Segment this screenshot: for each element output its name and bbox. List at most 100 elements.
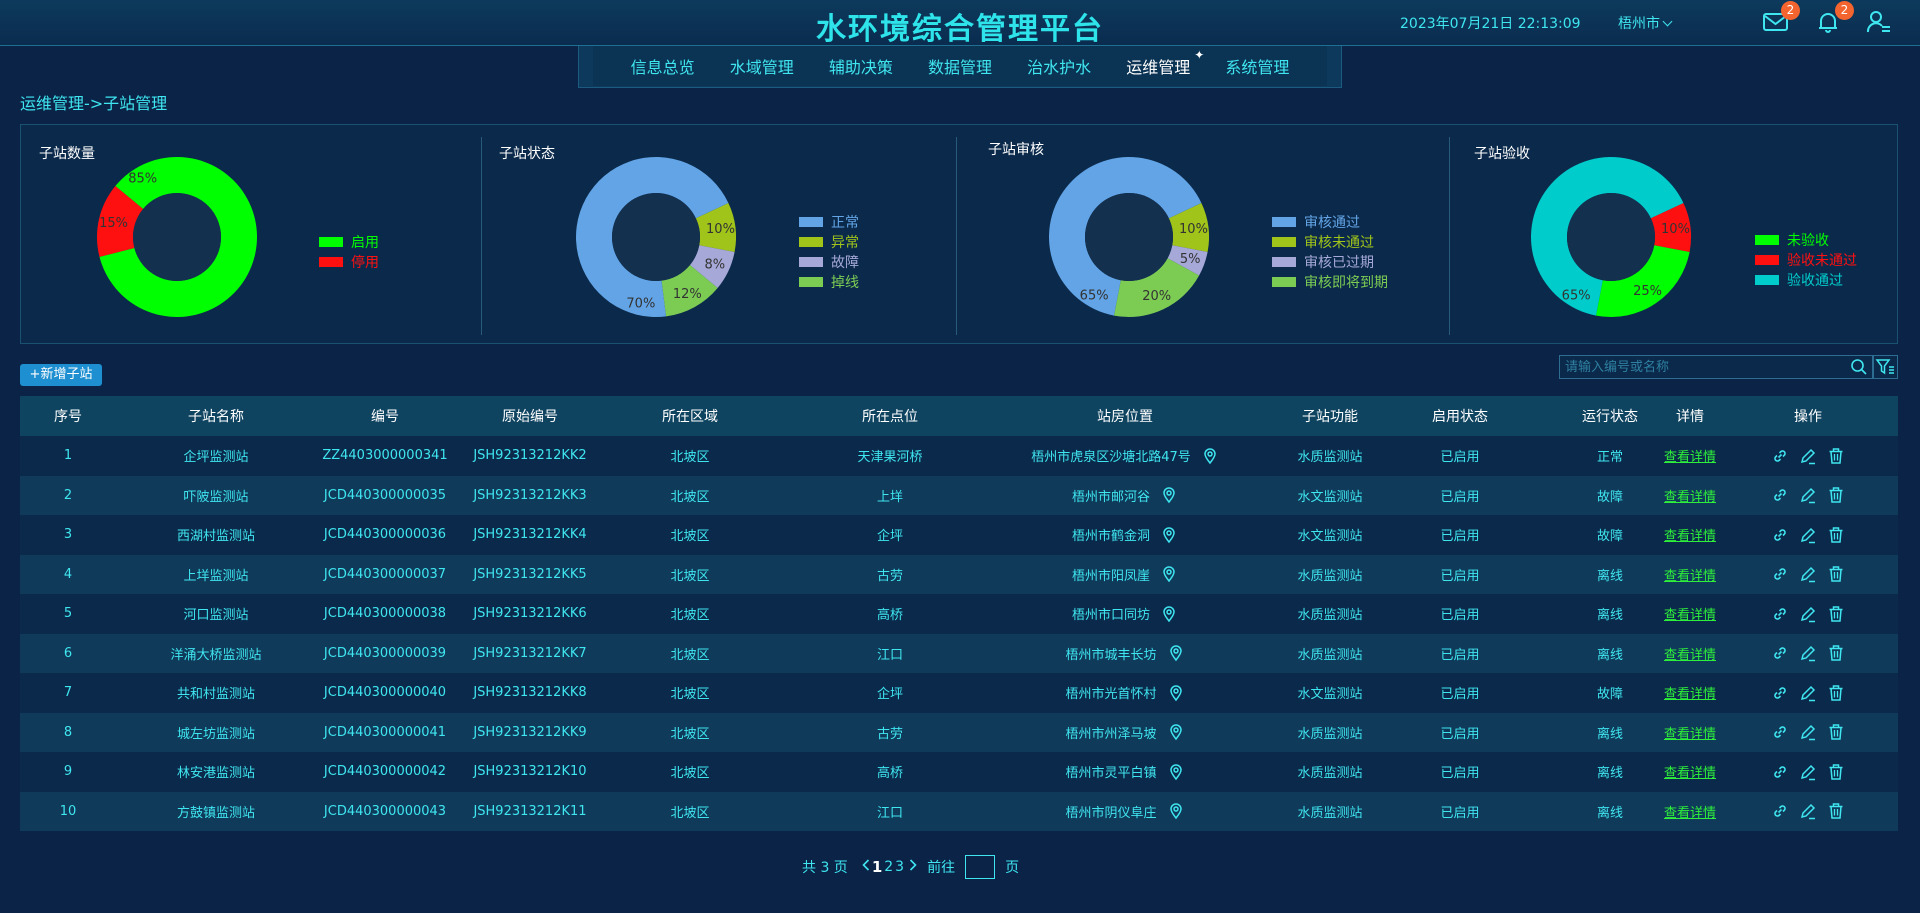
cell-room-location: 梧州市邮河谷	[980, 476, 1270, 516]
user-button[interactable]	[1866, 10, 1896, 36]
trash-icon[interactable]	[1827, 486, 1845, 504]
chart-legend: 正常 异常 故障 掉线	[799, 212, 859, 292]
link-icon[interactable]	[1771, 526, 1789, 544]
trash-icon[interactable]	[1827, 802, 1845, 820]
nav-item-waters[interactable]: 水域管理	[730, 54, 794, 78]
trash-icon[interactable]	[1827, 723, 1845, 741]
location-pin-icon[interactable]	[1167, 684, 1185, 702]
view-detail-link[interactable]: 查看详情	[1664, 486, 1716, 505]
cell-code: ZZ4403000000341	[322, 448, 448, 464]
cell-index: 6	[63, 645, 73, 661]
edit-icon[interactable]	[1799, 802, 1817, 820]
nav-item-system[interactable]: 系统管理	[1225, 54, 1289, 78]
view-detail-link[interactable]: 查看详情	[1664, 604, 1716, 623]
table-row: 2 吓陂监测站 JCD440300000035 JSH92313212KK3 北坡区 上垟…	[20, 475, 1898, 516]
add-station-button[interactable]: +新增子站	[20, 364, 102, 386]
legend-swatch	[1272, 217, 1296, 227]
nav-item-decision[interactable]: 辅助决策	[829, 54, 893, 78]
edit-icon[interactable]	[1799, 486, 1817, 504]
cell-code: JCD440300000041	[323, 724, 447, 740]
page-number[interactable]: 3	[895, 859, 904, 875]
location-pin-icon[interactable]	[1167, 723, 1185, 741]
view-detail-link[interactable]: 查看详情	[1664, 644, 1716, 663]
cell-point: 高桥	[876, 766, 903, 782]
search-input[interactable]	[1560, 356, 1845, 378]
legend-swatch	[1755, 235, 1779, 245]
nav-item-operations[interactable]: 运维管理 ✦	[1126, 48, 1204, 78]
link-icon[interactable]	[1771, 644, 1789, 662]
trash-icon[interactable]	[1827, 684, 1845, 702]
edit-icon[interactable]	[1799, 763, 1817, 781]
location-pin-icon[interactable]	[1167, 763, 1185, 781]
search-icon[interactable]	[1850, 358, 1868, 380]
trash-icon[interactable]	[1827, 763, 1845, 781]
donut-hole	[1085, 193, 1173, 281]
trash-icon[interactable]	[1827, 526, 1845, 544]
location-pin-icon[interactable]	[1160, 605, 1178, 623]
cell-room-location: 梧州市阴仪阜庄	[980, 792, 1270, 832]
legend-label: 审核即将到期	[1304, 275, 1388, 291]
cell-station-name: 城左坊监测站	[176, 726, 255, 742]
header-col-station-name: 子站名称	[188, 409, 244, 425]
view-detail-link[interactable]: 查看详情	[1664, 525, 1716, 544]
view-detail-link[interactable]: 查看详情	[1664, 565, 1716, 584]
location-pin-icon[interactable]	[1201, 447, 1219, 465]
view-detail-link[interactable]: 查看详情	[1664, 683, 1716, 702]
view-detail-link[interactable]: 查看详情	[1664, 762, 1716, 781]
link-icon[interactable]	[1771, 763, 1789, 781]
edit-icon[interactable]	[1799, 565, 1817, 583]
link-icon[interactable]	[1771, 723, 1789, 741]
cell-original-code: JSH92313212KK6	[473, 606, 587, 622]
edit-icon[interactable]	[1799, 447, 1817, 465]
filter-button[interactable]	[1873, 355, 1898, 379]
nav-item-data[interactable]: 数据管理	[928, 54, 992, 78]
city-selector[interactable]: 梧州市	[1618, 13, 1673, 33]
notification-button[interactable]: 2	[1816, 1, 1854, 36]
donut-chart: 10% 25% 65%	[1531, 156, 1691, 317]
nav-item-water-protection[interactable]: 治水护水	[1027, 54, 1091, 78]
view-detail-link[interactable]: 查看详情	[1664, 446, 1716, 465]
edit-icon[interactable]	[1799, 526, 1817, 544]
cell-point: 高桥	[876, 608, 903, 624]
goto-page-input[interactable]	[965, 855, 996, 879]
page-number[interactable]: 1	[872, 858, 882, 876]
cell-region: 北坡区	[670, 647, 710, 663]
location-pin-icon[interactable]	[1160, 565, 1178, 583]
edit-icon[interactable]	[1799, 644, 1817, 662]
link-icon[interactable]	[1771, 802, 1789, 820]
trash-icon[interactable]	[1827, 605, 1845, 623]
location-pin-icon[interactable]	[1167, 802, 1185, 820]
next-page-button[interactable]	[909, 859, 917, 875]
view-detail-link[interactable]: 查看详情	[1664, 723, 1716, 742]
cell-room-location: 梧州市虎泉区沙塘北路47号	[980, 436, 1270, 476]
legend-label: 审核已过期	[1304, 255, 1374, 271]
link-icon[interactable]	[1771, 565, 1789, 583]
link-icon[interactable]	[1771, 605, 1789, 623]
nav-item-overview[interactable]: 信息总览	[631, 54, 695, 78]
cell-original-code: JSH92313212KK5	[473, 566, 587, 582]
prev-page-button[interactable]	[862, 859, 870, 875]
location-pin-icon[interactable]	[1167, 644, 1185, 662]
link-icon[interactable]	[1771, 486, 1789, 504]
donut-slice-label: 70%	[626, 296, 655, 311]
edit-icon[interactable]	[1799, 723, 1817, 741]
mail-button[interactable]: 2	[1762, 1, 1800, 36]
cell-room-location-text: 梧州市邮河谷	[1071, 489, 1150, 505]
cell-point: 企坪	[876, 529, 903, 545]
legend-item: 正常	[799, 212, 859, 232]
cell-original-code: JSH92313212KK4	[473, 527, 587, 543]
location-pin-icon[interactable]	[1160, 486, 1178, 504]
edit-icon[interactable]	[1799, 684, 1817, 702]
legend-label: 掉线	[831, 275, 859, 291]
location-pin-icon[interactable]	[1160, 526, 1178, 544]
trash-icon[interactable]	[1827, 447, 1845, 465]
trash-icon[interactable]	[1827, 565, 1845, 583]
cell-code: JCD440300000040	[323, 685, 447, 701]
link-icon[interactable]	[1771, 684, 1789, 702]
trash-icon[interactable]	[1827, 644, 1845, 662]
page-number[interactable]: 2	[884, 859, 893, 875]
view-detail-link[interactable]: 查看详情	[1664, 802, 1716, 821]
cell-point: 江口	[876, 805, 903, 821]
edit-icon[interactable]	[1799, 605, 1817, 623]
link-icon[interactable]	[1771, 447, 1789, 465]
